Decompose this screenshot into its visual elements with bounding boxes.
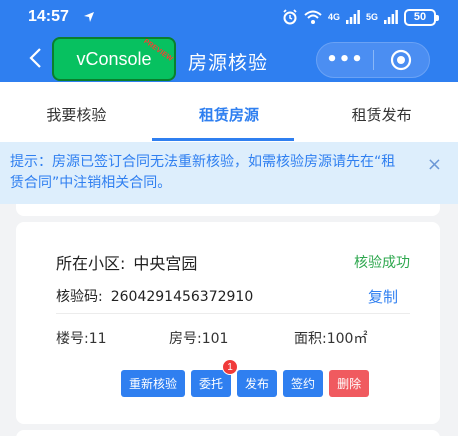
notice-bar: 提示：房源已签订合同无法重新核验，如需核验房源请先在“租赁合同”中注销相关合同。…	[0, 142, 458, 204]
card-actions: 重新核验 委托 1 发布 签约 删除	[121, 359, 370, 397]
signal-icon	[345, 10, 360, 24]
active-tab-indicator	[152, 138, 294, 141]
notice-text: 提示：房源已签订合同无法重新核验，如需核验房源请先在“租赁合同”中注销相关合同。	[10, 154, 396, 191]
tab-rental-listings[interactable]: 租赁房源	[153, 82, 306, 142]
vconsole-label: vConsole	[76, 48, 152, 69]
previous-card-edge	[16, 204, 440, 216]
tab-bar: 我要核验 租赁房源 租赁发布	[0, 82, 458, 142]
wifi-icon	[304, 10, 322, 24]
close-icon[interactable]: ×	[427, 154, 442, 175]
battery-indicator: 50	[404, 8, 439, 26]
sign-button[interactable]: 签约	[283, 370, 324, 397]
reverify-button[interactable]: 重新核验	[121, 370, 186, 397]
room-number: 房号:101	[169, 331, 229, 347]
location-arrow-icon	[84, 12, 94, 22]
entrust-label: 委托	[199, 377, 224, 391]
alarm-icon	[283, 9, 297, 25]
next-card-edge	[16, 430, 440, 436]
target-circle-icon	[391, 49, 412, 71]
verify-code-value: 2604291456372910	[110, 289, 254, 305]
more-menu-button[interactable]: •••	[317, 42, 373, 78]
publish-button[interactable]: 发布	[237, 370, 278, 397]
back-arrow-icon[interactable]	[28, 47, 42, 69]
tab-rental-publish[interactable]: 租赁发布	[305, 82, 458, 142]
community-row: 所在小区: 中央宫园	[56, 250, 197, 274]
copy-button[interactable]: 复制	[368, 286, 398, 307]
tab-verify[interactable]: 我要核验	[0, 82, 153, 142]
status-time: 14:57	[28, 8, 69, 25]
mini-program-capsule: •••	[316, 42, 430, 78]
status-badge: 核验成功	[354, 255, 410, 271]
verify-code-label: 核验码:	[56, 289, 103, 305]
entrust-button[interactable]: 委托 1	[191, 359, 239, 397]
entrust-badge: 1	[222, 359, 239, 375]
community-value: 中央宫园	[133, 254, 198, 273]
top-header: 14:57 4G 5G 50 vConsole PREVIEW 房源核验 •••	[0, 0, 458, 82]
house-card: 所在小区: 中央宫园 核验成功 核验码: 2604291456372910 复制 楼…	[16, 222, 440, 424]
signal-icon-2	[384, 10, 398, 24]
vconsole-button[interactable]: vConsole PREVIEW	[52, 37, 176, 81]
status-icons: 4G 5G 50	[282, 8, 439, 26]
community-label: 所在小区:	[56, 254, 126, 273]
close-miniprogram-button[interactable]	[374, 42, 429, 78]
network-5g-label: 5G	[365, 11, 378, 22]
card-divider	[56, 313, 410, 314]
area-value: 面积:100㎡	[294, 331, 368, 347]
verify-code-row: 核验码: 2604291456372910	[56, 286, 253, 306]
network-4g-label: 4G	[327, 11, 340, 22]
page-title: 房源核验	[188, 52, 269, 74]
delete-button[interactable]: 删除	[329, 370, 370, 397]
building-number: 楼号:11	[56, 331, 107, 347]
